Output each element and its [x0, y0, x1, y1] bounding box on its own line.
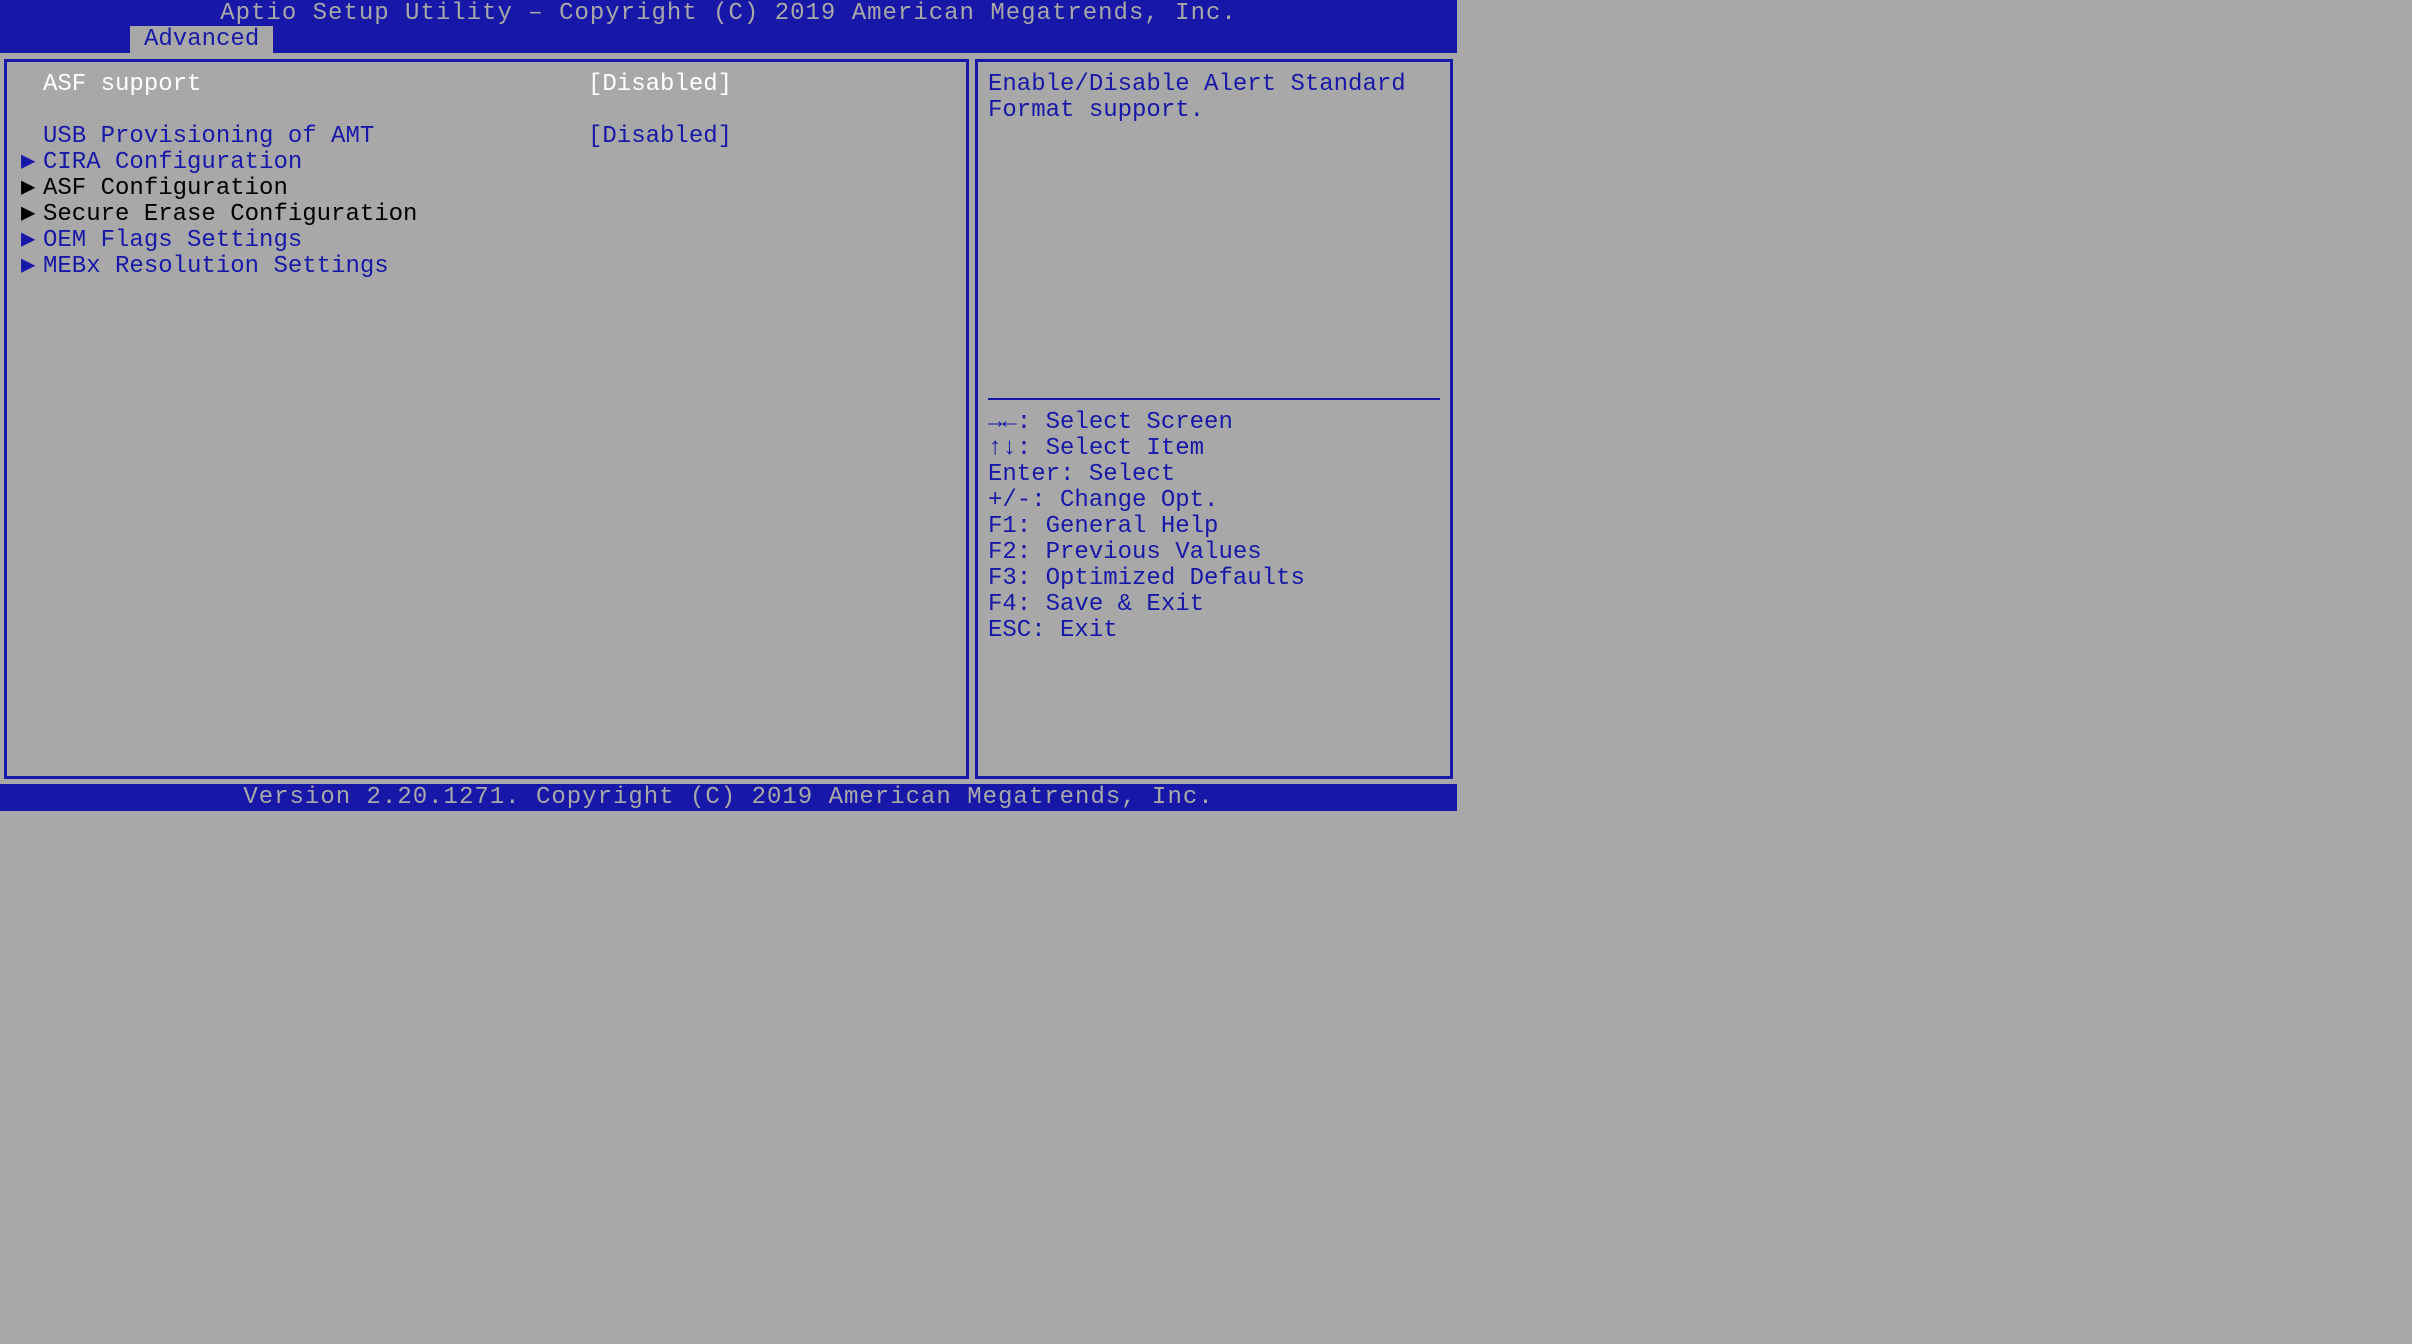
menu-item-secure-erase-configuration[interactable]: ▶ Secure Erase Configuration	[7, 202, 966, 228]
menu-item-asf-support[interactable]: ASF support [Disabled]	[7, 72, 966, 98]
menu-label: OEM Flags Settings	[43, 228, 588, 254]
menu-label: USB Provisioning of AMT	[43, 124, 588, 150]
submenu-marker	[7, 98, 43, 124]
hotkey-select-item: ↑↓: Select Item	[988, 436, 1440, 462]
menu-value: [Disabled]	[588, 72, 966, 98]
menu-value: [Disabled]	[588, 124, 966, 150]
chevron-right-icon: ▶	[7, 228, 43, 254]
menu-item-asf-configuration[interactable]: ▶ ASF Configuration	[7, 176, 966, 202]
menu-blank-row	[7, 98, 966, 124]
footer-text: Version 2.20.1271. Copyright (C) 2019 Am…	[243, 784, 1213, 811]
menu-label	[43, 98, 588, 124]
hotkey-select-screen: →←: Select Screen	[988, 410, 1440, 436]
footer-bar: Version 2.20.1271. Copyright (C) 2019 Am…	[0, 784, 1457, 811]
menu-item-cira-configuration[interactable]: ▶ CIRA Configuration	[7, 150, 966, 176]
menu-item-oem-flags-settings[interactable]: ▶ OEM Flags Settings	[7, 228, 966, 254]
main-area: ASF support [Disabled] USB Provisioning …	[0, 53, 1457, 783]
hotkey-exit: ESC: Exit	[988, 618, 1440, 644]
menu-label: MEBx Resolution Settings	[43, 254, 588, 280]
menu-value	[588, 98, 966, 124]
hotkeys-list: →←: Select Screen ↑↓: Select Item Enter:…	[988, 410, 1440, 644]
menu-value	[588, 202, 966, 228]
chevron-right-icon: ▶	[7, 202, 43, 228]
tab-bar: Advanced	[0, 26, 1457, 53]
hotkey-change-opt: +/-: Change Opt.	[988, 488, 1440, 514]
hotkey-general-help: F1: General Help	[988, 514, 1440, 540]
menu-label: CIRA Configuration	[43, 150, 588, 176]
hotkey-select: Enter: Select	[988, 462, 1440, 488]
chevron-right-icon: ▶	[7, 254, 43, 280]
tab-label: Advanced	[144, 26, 259, 53]
menu-label: ASF support	[43, 72, 588, 98]
menu-value	[588, 228, 966, 254]
menu-label: ASF Configuration	[43, 176, 588, 202]
menu-label: Secure Erase Configuration	[43, 202, 588, 228]
menu-value	[588, 150, 966, 176]
panel-divider	[988, 398, 1440, 400]
title-bar: Aptio Setup Utility – Copyright (C) 2019…	[0, 0, 1457, 26]
settings-panel: ASF support [Disabled] USB Provisioning …	[4, 59, 969, 779]
submenu-marker	[7, 124, 43, 150]
menu-value	[588, 254, 966, 280]
submenu-marker	[7, 72, 43, 98]
menu-value	[588, 176, 966, 202]
menu-item-mebx-resolution-settings[interactable]: ▶ MEBx Resolution Settings	[7, 254, 966, 280]
menu-item-usb-provisioning[interactable]: USB Provisioning of AMT [Disabled]	[7, 124, 966, 150]
title-text: Aptio Setup Utility – Copyright (C) 2019…	[220, 0, 1237, 27]
chevron-right-icon: ▶	[7, 176, 43, 202]
chevron-right-icon: ▶	[7, 150, 43, 176]
hotkey-previous-values: F2: Previous Values	[988, 540, 1440, 566]
tab-advanced[interactable]: Advanced	[128, 26, 275, 53]
hotkey-optimized-defaults: F3: Optimized Defaults	[988, 566, 1440, 592]
hotkey-save-exit: F4: Save & Exit	[988, 592, 1440, 618]
help-panel: Enable/Disable Alert Standard Format sup…	[975, 59, 1453, 779]
help-text: Enable/Disable Alert Standard Format sup…	[988, 72, 1440, 392]
